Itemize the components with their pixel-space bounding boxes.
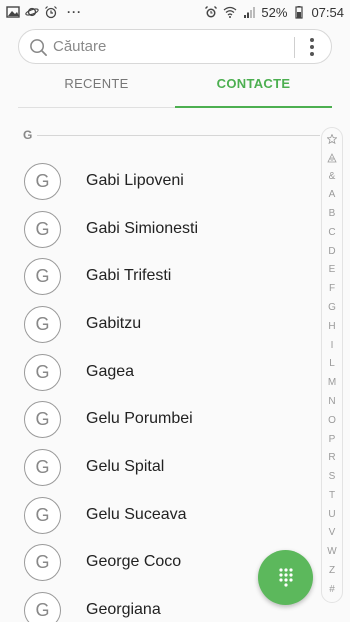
wifi-icon <box>223 5 237 19</box>
avatar: G <box>24 401 61 438</box>
status-bar: ··· 52% 07:54 <box>0 0 350 24</box>
alphabet-index-bar[interactable]: & A B C D E F G H I L M N O P R S T U V … <box>321 127 343 603</box>
battery-percent: 52% <box>261 4 288 20</box>
search-placeholder[interactable]: Căutare <box>53 38 106 55</box>
section-letter: G <box>23 128 33 142</box>
alarm-clock-icon <box>44 5 58 19</box>
contact-name: Gabitzu <box>86 315 142 332</box>
contact-name: Gabi Simionesti <box>86 220 199 237</box>
index-letter[interactable]: W <box>327 547 336 558</box>
index-letter[interactable]: H <box>328 321 335 333</box>
groups-icon[interactable] <box>327 152 337 164</box>
avatar: G <box>24 354 61 391</box>
index-letter[interactable]: U <box>328 509 335 521</box>
index-letter[interactable]: E <box>329 265 336 276</box>
contact-name: George Coco <box>86 553 182 570</box>
index-letter[interactable]: & <box>329 171 336 183</box>
contact-item[interactable]: G Gabi Simionesti <box>0 207 320 254</box>
search-divider <box>294 37 295 58</box>
index-letter[interactable]: # <box>329 584 335 596</box>
more-options-icon[interactable] <box>302 36 322 58</box>
avatar: G <box>24 449 61 486</box>
index-letter[interactable]: L <box>329 359 335 370</box>
search-bar[interactable]: Căutare <box>18 29 332 64</box>
avatar: G <box>24 211 61 248</box>
index-letter[interactable]: F <box>329 284 335 295</box>
contact-item[interactable]: G Gagea <box>0 350 320 397</box>
dialpad-icon <box>278 567 293 587</box>
search-icon <box>30 39 47 56</box>
contact-item[interactable]: G Gelu Porumbei <box>0 397 320 444</box>
index-letter[interactable]: P <box>329 434 336 446</box>
index-letter[interactable]: C <box>328 227 335 239</box>
tab-selected-indicator <box>175 106 332 108</box>
contact-name: Georgiana <box>86 601 161 618</box>
contact-name: Gabi Lipoveni <box>86 172 184 189</box>
avatar: G <box>24 544 61 581</box>
avatar: G <box>24 163 61 200</box>
contact-name: Gagea <box>86 363 135 380</box>
tab-contacte[interactable]: CONTACTE <box>175 76 332 108</box>
avatar: G <box>24 497 61 534</box>
contact-name: Gelu Porumbei <box>86 410 193 427</box>
index-letter[interactable]: T <box>329 490 335 502</box>
battery-icon <box>292 5 306 19</box>
contact-name: Gelu Suceava <box>86 506 187 523</box>
contact-name: Gabi Trifesti <box>86 267 172 284</box>
contact-item[interactable]: G Gelu Spital <box>0 445 320 492</box>
index-letter[interactable]: N <box>328 396 335 408</box>
section-divider <box>37 135 320 136</box>
contact-item[interactable]: G Gelu Suceava <box>0 493 320 540</box>
contact-name: Gelu Spital <box>86 458 165 475</box>
index-letter[interactable]: V <box>329 528 336 539</box>
tab-recente[interactable]: RECENTE <box>18 76 175 108</box>
dialpad-button[interactable] <box>258 550 313 605</box>
avatar: G <box>24 258 61 295</box>
index-letter[interactable]: A <box>329 190 336 201</box>
index-letter[interactable]: O <box>328 415 336 427</box>
clock: 07:54 <box>311 4 344 20</box>
index-letter[interactable]: G <box>328 303 336 314</box>
saturn-icon <box>25 5 39 19</box>
index-letter[interactable]: D <box>328 246 335 258</box>
avatar: G <box>24 592 61 622</box>
alarm-icon <box>204 5 218 19</box>
contact-item[interactable]: G Gabi Trifesti <box>0 254 320 301</box>
signal-icon <box>242 5 256 19</box>
favorites-star-icon[interactable] <box>326 133 338 145</box>
index-letter[interactable]: R <box>328 453 335 464</box>
index-letter[interactable]: M <box>328 378 336 389</box>
contact-item[interactable]: G Gabi Lipoveni <box>0 159 320 206</box>
index-letter[interactable]: S <box>329 472 336 483</box>
index-letter[interactable]: B <box>329 209 336 220</box>
index-letter[interactable]: I <box>331 340 334 352</box>
gallery-icon <box>6 5 20 19</box>
avatar: G <box>24 306 61 343</box>
contact-item[interactable]: G Gabitzu <box>0 302 320 349</box>
more-dots-icon: ··· <box>67 5 82 19</box>
index-letter[interactable]: Z <box>329 565 335 577</box>
